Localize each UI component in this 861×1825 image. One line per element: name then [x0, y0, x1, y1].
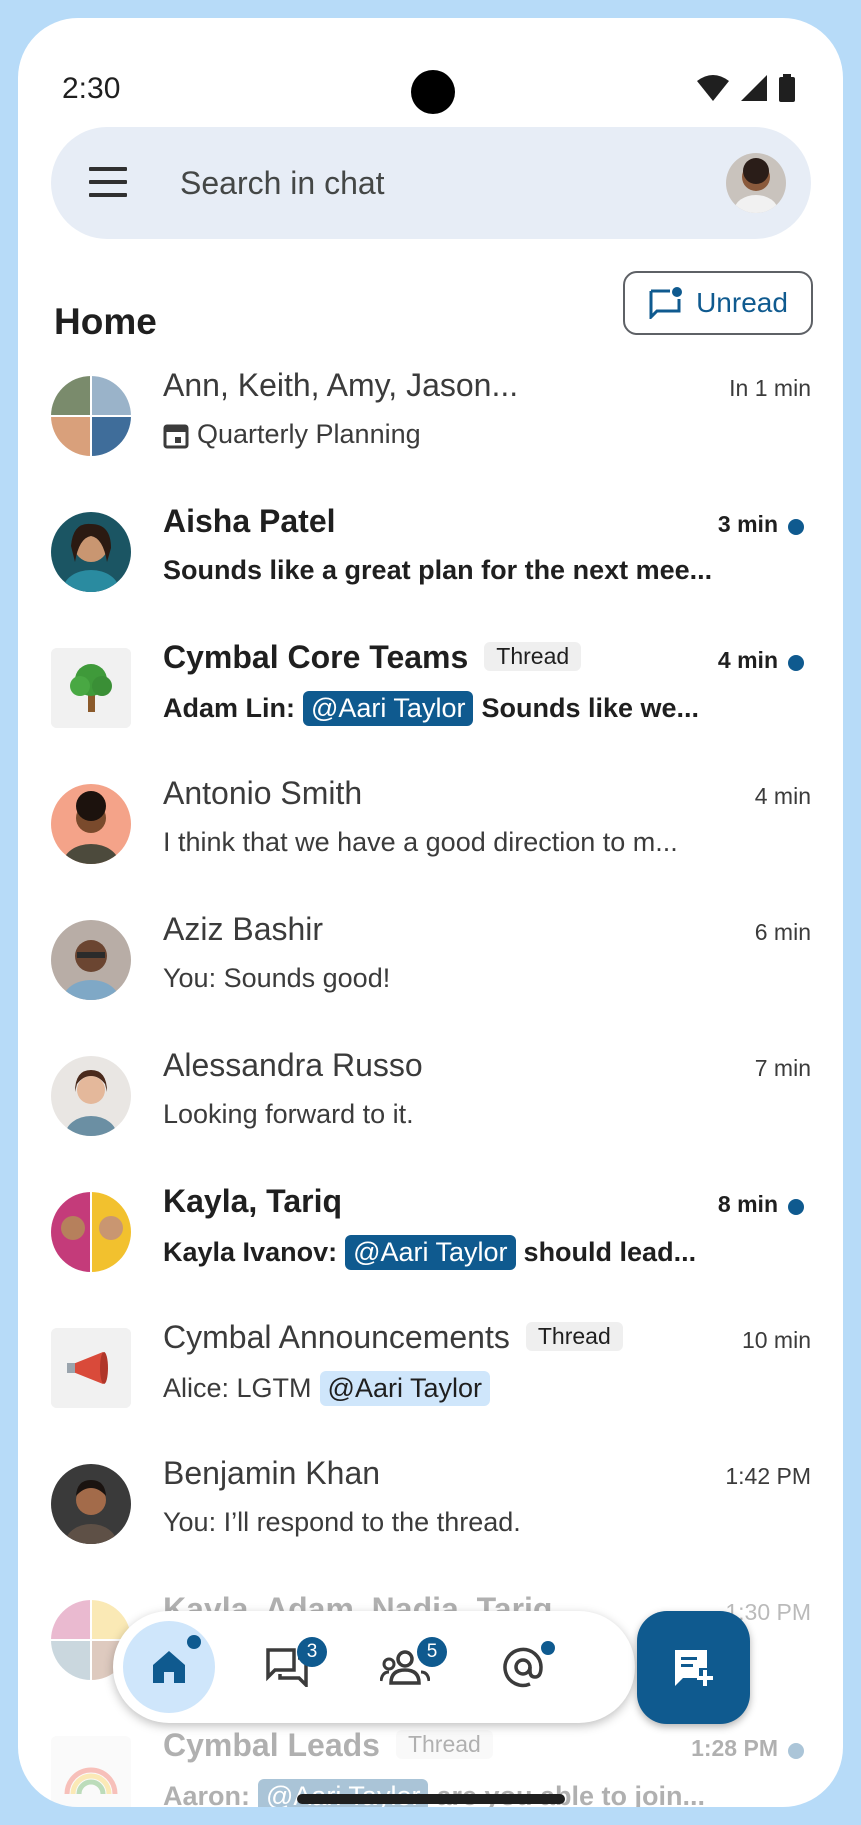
- battery-icon: [779, 74, 795, 102]
- account-avatar[interactable]: [726, 153, 786, 213]
- space-name: Cymbal Core Teams: [163, 639, 469, 675]
- chat-subtitle: Quarterly Planning: [163, 419, 421, 450]
- chat-time: 8 min: [717, 1191, 778, 1217]
- chats-badge: 3: [297, 1637, 327, 1667]
- status-bar: 2:30: [18, 18, 843, 128]
- unread-chat-icon: [649, 287, 683, 319]
- chat-row[interactable]: Aisha Patel 3 min Sounds like a great pl…: [18, 499, 843, 635]
- sender-name: Alice: LGTM: [163, 1373, 312, 1403]
- chat-title: Benjamin Khan: [163, 1455, 381, 1491]
- chat-row[interactable]: Antonio Smith 4 min I think that we have…: [18, 771, 843, 907]
- mention-chip[interactable]: @Aari Taylor: [345, 1235, 516, 1270]
- signal-icon: [741, 75, 767, 101]
- chat-time: 1:42 PM: [725, 1463, 811, 1489]
- unread-filter-button[interactable]: Unread: [623, 271, 813, 335]
- status-icons: [697, 74, 795, 102]
- message-preview: should lead...: [523, 1237, 697, 1267]
- home-indicator[interactable]: [297, 1794, 565, 1804]
- search-input[interactable]: Search in chat: [180, 165, 385, 202]
- chat-time: 7 min: [754, 1055, 811, 1081]
- chat-title: Alessandra Russo: [163, 1047, 423, 1083]
- unread-label: Unread: [696, 287, 788, 318]
- chat-row[interactable]: Aziz Bashir 6 min You: Sounds good!: [18, 907, 843, 1043]
- thread-chip: Thread: [525, 1322, 623, 1352]
- new-chat-button[interactable]: [637, 1611, 750, 1724]
- unread-dot: [788, 1743, 804, 1759]
- mentions-unread-dot: [541, 1641, 555, 1655]
- chat-row[interactable]: Cymbal Core Teams Thread 4 min Adam Lin: …: [18, 635, 843, 771]
- group-avatar: [51, 376, 131, 456]
- phone-screen: 2:30 Search in chat Home Unread Ann, Kei…: [18, 18, 843, 1807]
- nav-home[interactable]: [123, 1621, 215, 1713]
- person-avatar: [51, 1464, 131, 1544]
- person-avatar: [51, 920, 131, 1000]
- chat-row[interactable]: Alessandra Russo 7 min Looking forward t…: [18, 1043, 843, 1179]
- tree-icon: [51, 648, 131, 728]
- new-chat-icon: [674, 1649, 713, 1686]
- chat-title: Cymbal Core Teams Thread: [163, 639, 582, 676]
- chat-title: Aziz Bashir: [163, 911, 324, 947]
- unread-dot: [788, 1199, 804, 1215]
- chat-subtitle: Kayla Ivanov: @Aari Taylor should lead..…: [163, 1235, 696, 1270]
- chat-row[interactable]: Ann, Keith, Amy, Jason... In 1 min Quart…: [18, 363, 843, 499]
- chat-row[interactable]: Benjamin Khan 1:42 PM You: I’ll respond …: [18, 1451, 843, 1587]
- message-preview: Sounds like we...: [481, 693, 700, 723]
- chat-subtitle: You: I’ll respond to the thread.: [163, 1507, 521, 1537]
- nav-chats[interactable]: 3: [241, 1621, 333, 1713]
- event-name: Quarterly Planning: [197, 419, 421, 449]
- chat-time: 4 min: [754, 783, 811, 809]
- sender-name: Adam Lin:: [163, 693, 295, 723]
- rainbow-icon: [51, 1736, 131, 1807]
- chat-subtitle: Adam Lin: @Aari Taylor Sounds like we...: [163, 691, 699, 726]
- sender-name: Kayla Ivanov:: [163, 1237, 338, 1267]
- nav-spaces[interactable]: 5: [359, 1621, 451, 1713]
- status-time: 2:30: [62, 72, 121, 105]
- mention-chip[interactable]: @Aari Taylor: [303, 691, 474, 726]
- chat-time: 10 min: [741, 1327, 811, 1353]
- thread-chip: Thread: [395, 1730, 493, 1760]
- thread-chip: Thread: [484, 642, 582, 672]
- calendar-icon: [163, 424, 189, 448]
- chat-time: 3 min: [717, 511, 778, 537]
- unread-dot: [788, 519, 804, 535]
- home-icon: [153, 1651, 185, 1683]
- chat-subtitle: Looking forward to it.: [163, 1099, 414, 1129]
- chat-time: 1:28 PM: [691, 1735, 778, 1761]
- chat-subtitle: Sounds like a great plan for the next me…: [163, 555, 713, 585]
- bottom-navigation: 3 5: [113, 1611, 635, 1723]
- nav-mentions[interactable]: [477, 1621, 569, 1713]
- chat-title: Antonio Smith: [163, 775, 363, 811]
- chat-row[interactable]: Cymbal Announcements Thread 10 min Alice:…: [18, 1315, 843, 1451]
- at-icon: [503, 1647, 543, 1688]
- camera-cutout: [411, 70, 455, 114]
- wifi-icon: [697, 75, 729, 101]
- chat-time: 4 min: [717, 647, 778, 673]
- unread-dot: [788, 655, 804, 671]
- chat-title: Aisha Patel: [163, 503, 336, 539]
- chat-title: Kayla, Tariq: [163, 1183, 343, 1219]
- chat-time: In 1 min: [729, 375, 811, 401]
- menu-icon[interactable]: [89, 167, 127, 197]
- person-avatar: [51, 1056, 131, 1136]
- sender-name: Aaron:: [163, 1781, 250, 1807]
- person-avatar: [51, 784, 131, 864]
- chat-time: 6 min: [754, 919, 811, 945]
- chat-title: Ann, Keith, Amy, Jason...: [163, 367, 519, 403]
- megaphone-icon: [51, 1328, 131, 1408]
- person-avatar: [51, 512, 131, 592]
- chat-subtitle: You: Sounds good!: [163, 963, 391, 993]
- chat-subtitle: I think that we have a good direction to…: [163, 827, 678, 857]
- pair-avatar: [51, 1192, 131, 1272]
- chat-subtitle: Alice: LGTM @Aari Taylor: [163, 1371, 490, 1406]
- chat-row[interactable]: Kayla, Tariq 8 min Kayla Ivanov: @Aari T…: [18, 1179, 843, 1315]
- chat-title: Cymbal Leads Thread: [163, 1727, 493, 1764]
- space-name: Cymbal Leads: [163, 1727, 380, 1763]
- search-bar[interactable]: Search in chat: [51, 127, 811, 239]
- home-unread-dot: [187, 1635, 201, 1649]
- spaces-badge: 5: [417, 1637, 447, 1667]
- chat-title: Cymbal Announcements Thread: [163, 1319, 623, 1356]
- mention-chip[interactable]: @Aari Taylor: [319, 1371, 490, 1406]
- space-name: Cymbal Announcements: [163, 1319, 510, 1355]
- page-title: Home: [54, 301, 157, 342]
